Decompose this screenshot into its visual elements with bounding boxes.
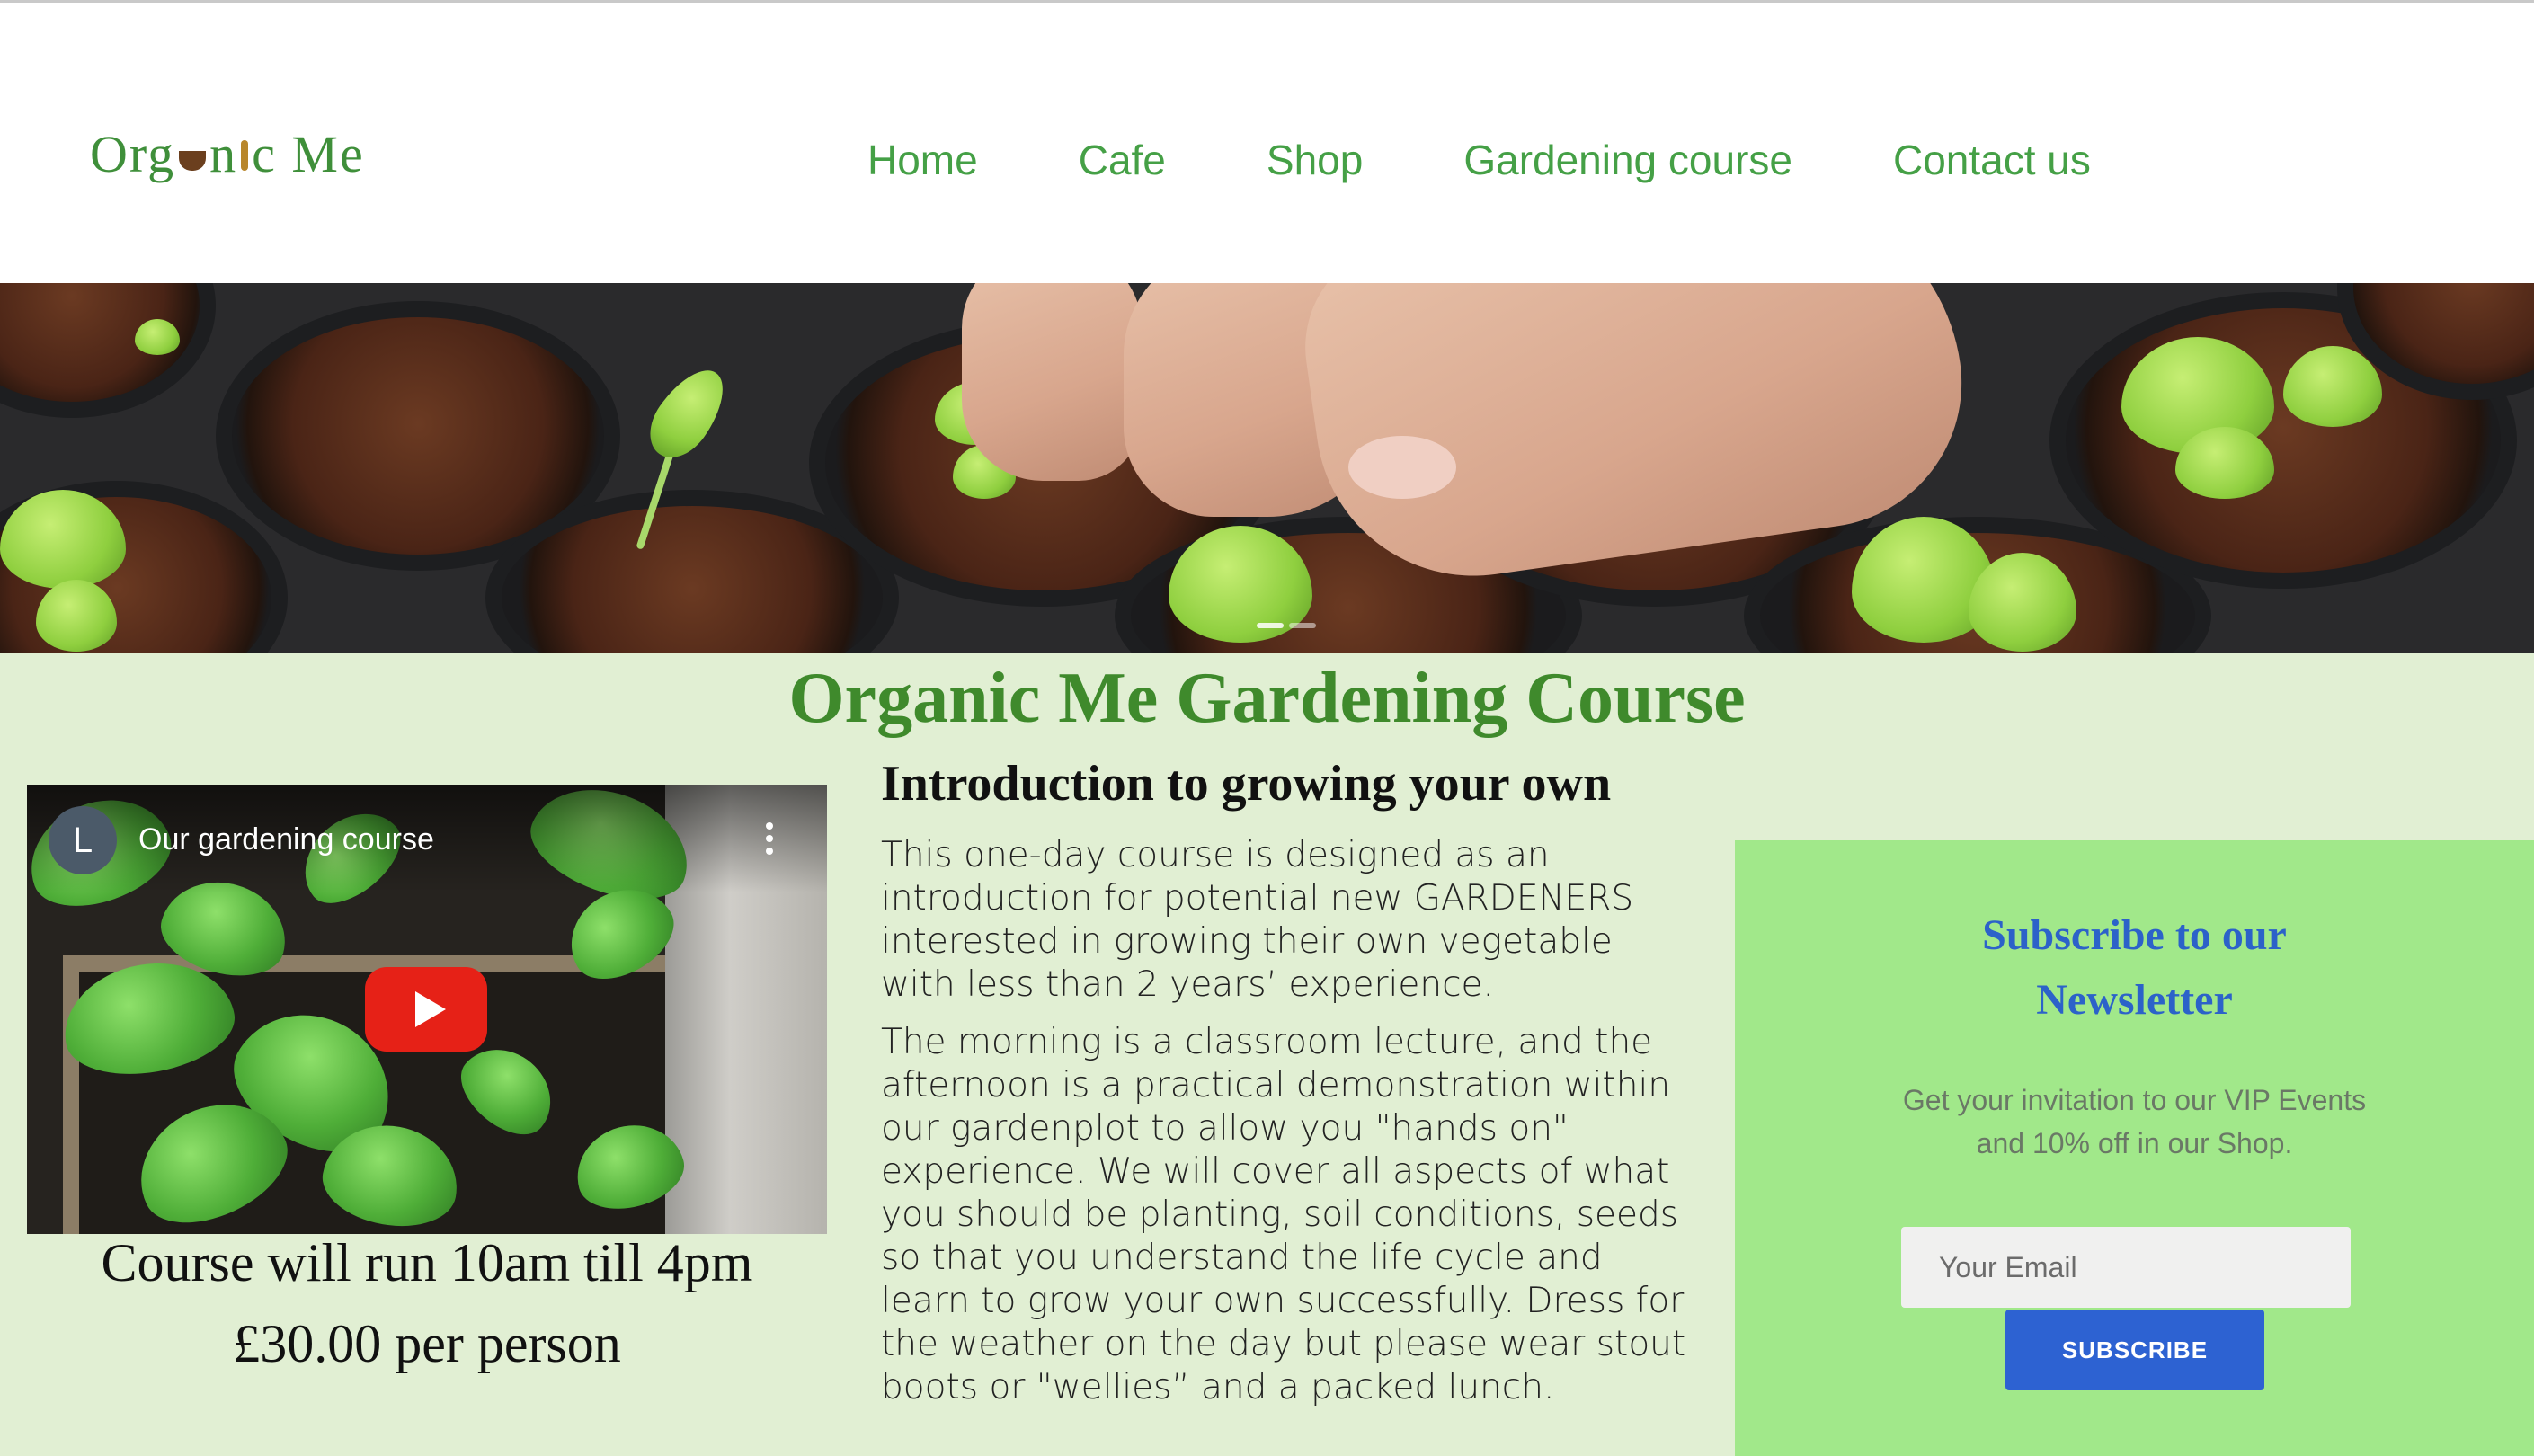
- intro-paragraph: This one-day course is designed as an in…: [881, 835, 1634, 1005]
- slider-dots[interactable]: [1257, 623, 1316, 628]
- email-field[interactable]: [1901, 1227, 2351, 1308]
- coffee-cup-icon: [179, 151, 207, 171]
- pot: [0, 283, 216, 418]
- course-time: Course will run 10am till 4pm: [101, 1233, 753, 1292]
- seedling: [636, 357, 739, 470]
- nav-item-home[interactable]: Home: [867, 129, 978, 191]
- site-header: Org n c Me Home Cafe Shop Gardening course…: [0, 0, 2534, 283]
- hero-image: [0, 283, 2534, 653]
- logo-text-mid: n: [209, 124, 238, 183]
- nav-item-gardening-course[interactable]: Gardening course: [1463, 129, 1792, 191]
- nav-item-contact-us[interactable]: Contact us: [1893, 129, 2091, 191]
- newsletter-description: Get your invitation to our VIP Events an…: [1902, 1084, 2367, 1159]
- channel-avatar[interactable]: L: [49, 806, 117, 874]
- video-title[interactable]: Our gardening course: [138, 822, 434, 857]
- nav-item-cafe[interactable]: Cafe: [1079, 129, 1166, 191]
- logo-text-start: Org: [90, 124, 176, 183]
- more-vertical-icon[interactable]: [766, 822, 773, 858]
- main-nav: Home Cafe Shop Gardening course Contact …: [867, 129, 2091, 191]
- thumb: [962, 283, 1142, 481]
- seedling: [135, 319, 180, 355]
- nav-item-shop[interactable]: Shop: [1267, 129, 1363, 191]
- newsletter-title: Subscribe to our Newsletter: [1735, 903, 2534, 1033]
- page-title: Organic Me Gardening Course: [788, 659, 1746, 738]
- intro-paragraph: The morning is a classroom lecture, and …: [881, 1022, 1686, 1407]
- slider-dot-active[interactable]: [1257, 623, 1284, 628]
- subscribe-button[interactable]: SUBSCRIBE: [2005, 1310, 2264, 1390]
- newsletter-title-text: Subscribe to our Newsletter: [1982, 911, 2287, 1024]
- youtube-video-embed[interactable]: L Our gardening course: [27, 785, 827, 1234]
- fingernail: [1348, 436, 1456, 499]
- intro-heading: Introduction to growing your own: [881, 756, 1612, 812]
- wheat-icon: [241, 140, 249, 171]
- site-logo[interactable]: Org n c Me: [90, 118, 365, 190]
- slider-dot[interactable]: [1289, 623, 1316, 628]
- newsletter-panel: Subscribe to our Newsletter Get your inv…: [1735, 840, 2534, 1456]
- logo-text-end: c Me: [252, 124, 365, 183]
- play-icon[interactable]: [365, 967, 487, 1052]
- course-price: £30.00 per person: [233, 1314, 621, 1373]
